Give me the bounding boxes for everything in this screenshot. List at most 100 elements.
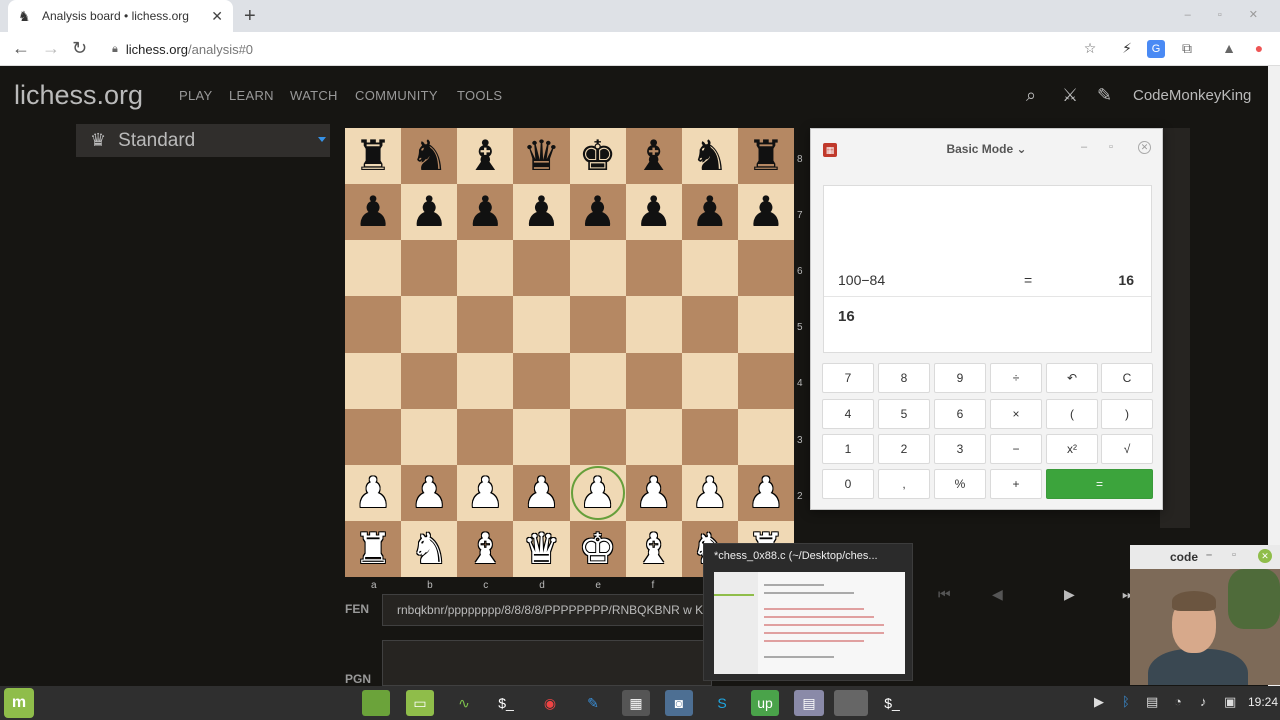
square-a4[interactable]	[345, 352, 402, 409]
pgn-input[interactable]	[382, 640, 712, 686]
black-knight-piece[interactable]: ♞	[691, 135, 729, 177]
user-menu[interactable]: CodeMonkeyKing	[1133, 87, 1251, 104]
nav-tools[interactable]: TOOLS	[457, 88, 502, 103]
system-monitor-icon[interactable]: ∿	[450, 690, 478, 716]
calculator-icon[interactable]: ▦	[622, 690, 650, 716]
black-rook-piece[interactable]: ♜	[354, 135, 392, 177]
text-editor-icon[interactable]: ▤	[794, 690, 824, 716]
calc-key[interactable]: 0	[822, 469, 874, 499]
square-f7[interactable]: ♟	[625, 184, 682, 241]
translate-icon[interactable]: G	[1147, 40, 1165, 58]
black-pawn-piece[interactable]: ♟	[747, 191, 785, 233]
square-e7[interactable]: ♟	[569, 184, 626, 241]
camera-icon[interactable]: ◙	[665, 690, 693, 716]
square-c6[interactable]	[457, 240, 514, 297]
extension-bolt-icon[interactable]: ⚡	[1118, 40, 1136, 58]
minimize-icon[interactable]: –	[1081, 141, 1087, 153]
challenge-icon[interactable]: ⚔	[1062, 85, 1078, 106]
square-f1[interactable]: ♝	[625, 520, 682, 577]
black-pawn-piece[interactable]: ♟	[410, 191, 448, 233]
sound-icon[interactable]: ♪	[1200, 694, 1207, 709]
profile-icon[interactable]: ●	[1250, 40, 1268, 58]
current-entry[interactable]: 16	[838, 308, 855, 325]
square-g7[interactable]: ♟	[681, 184, 738, 241]
square-d6[interactable]	[513, 240, 570, 297]
calc-key[interactable]: 3	[934, 434, 986, 464]
square-b8[interactable]: ♞	[401, 128, 458, 185]
skype-icon[interactable]: S	[708, 690, 736, 716]
black-queen-piece[interactable]: ♛	[523, 135, 561, 177]
black-pawn-piece[interactable]: ♟	[523, 191, 561, 233]
square-d5[interactable]	[513, 296, 570, 353]
chess-board[interactable]: ♜♞♝♛♚♝♞♜♟♟♟♟♟♟♟♟♟♟♟♟♟♟♟♟♜♞♝♛♚♝♞♜	[345, 128, 794, 577]
notes-icon[interactable]: ▣	[1224, 694, 1236, 710]
calc-key[interactable]: 9	[934, 363, 986, 393]
square-c2[interactable]: ♟	[457, 464, 514, 521]
square-d2[interactable]: ♟	[513, 464, 570, 521]
square-c4[interactable]	[457, 352, 514, 409]
square-f8[interactable]: ♝	[625, 128, 682, 185]
square-d3[interactable]	[513, 408, 570, 465]
window-controls[interactable]: – ▫ ✕	[1185, 8, 1270, 21]
square-e6[interactable]	[569, 240, 626, 297]
square-c8[interactable]: ♝	[457, 128, 514, 185]
square-a8[interactable]: ♜	[345, 128, 402, 185]
black-rook-piece[interactable]: ♜	[747, 135, 785, 177]
calc-key[interactable]: +	[990, 469, 1042, 499]
active-window-icon[interactable]	[834, 690, 868, 716]
bluetooth-icon[interactable]: ᛒ	[1122, 694, 1130, 709]
white-knight-piece[interactable]: ♞	[410, 527, 448, 570]
code-close-icon[interactable]: ✕	[1258, 549, 1272, 563]
white-pawn-piece[interactable]: ♟	[354, 471, 392, 514]
chrome-icon[interactable]: ◉	[536, 690, 564, 716]
square-f6[interactable]	[625, 240, 682, 297]
editor-icon[interactable]: ✎	[579, 690, 607, 716]
square-a5[interactable]	[345, 296, 402, 353]
square-d4[interactable]	[513, 352, 570, 409]
black-pawn-piece[interactable]: ♟	[635, 191, 673, 233]
calc-key[interactable]: 1	[822, 434, 874, 464]
calc-key[interactable]: x²	[1046, 434, 1098, 464]
white-pawn-piece[interactable]: ♟	[691, 471, 729, 514]
square-g2[interactable]: ♟	[681, 464, 738, 521]
square-d1[interactable]: ♛	[513, 520, 570, 577]
terminal-icon[interactable]: $_	[492, 690, 520, 716]
address-bar[interactable]: 🔒︎ lichess.org/analysis#0	[112, 38, 1112, 60]
square-b6[interactable]	[401, 240, 458, 297]
square-e3[interactable]	[569, 408, 626, 465]
prev-move-icon[interactable]: ◀	[992, 586, 1003, 603]
desktop-icon[interactable]	[362, 690, 390, 716]
square-e1[interactable]: ♚	[569, 520, 626, 577]
black-bishop-piece[interactable]: ♝	[466, 135, 504, 177]
terminal-2-icon[interactable]: $_	[878, 690, 906, 716]
white-pawn-piece[interactable]: ♟	[466, 471, 504, 514]
extension-a-icon[interactable]: ▲	[1220, 40, 1238, 58]
calc-key[interactable]: 4	[822, 399, 874, 429]
bookmark-star-icon[interactable]: ☆	[1081, 40, 1099, 58]
square-c3[interactable]	[457, 408, 514, 465]
square-g3[interactable]	[681, 408, 738, 465]
white-pawn-piece[interactable]: ♟	[635, 471, 673, 514]
black-pawn-piece[interactable]: ♟	[354, 191, 392, 233]
calc-key[interactable]: 8	[878, 363, 930, 393]
square-h7[interactable]: ♟	[737, 184, 794, 241]
calc-key[interactable]: 6	[934, 399, 986, 429]
square-a2[interactable]: ♟	[345, 464, 402, 521]
white-rook-piece[interactable]: ♜	[354, 527, 392, 570]
extension-icon[interactable]: ⧉	[1178, 40, 1196, 58]
square-g6[interactable]	[681, 240, 738, 297]
back-icon[interactable]: ←	[12, 38, 30, 59]
square-c1[interactable]: ♝	[457, 520, 514, 577]
square-h6[interactable]	[737, 240, 794, 297]
square-e2[interactable]: ♟	[569, 464, 626, 521]
next-move-icon[interactable]: ▶	[1064, 586, 1075, 603]
square-c5[interactable]	[457, 296, 514, 353]
square-h2[interactable]: ♟	[737, 464, 794, 521]
square-e8[interactable]: ♚	[569, 128, 626, 185]
square-g5[interactable]	[681, 296, 738, 353]
tab-close-icon[interactable]: ✕	[211, 8, 223, 25]
browser-tab[interactable]: ♞ Analysis board • lichess.org ✕	[8, 0, 233, 32]
white-pawn-piece[interactable]: ♟	[747, 471, 785, 514]
square-a1[interactable]: ♜	[345, 520, 402, 577]
calc-key[interactable]: 7	[822, 363, 874, 393]
